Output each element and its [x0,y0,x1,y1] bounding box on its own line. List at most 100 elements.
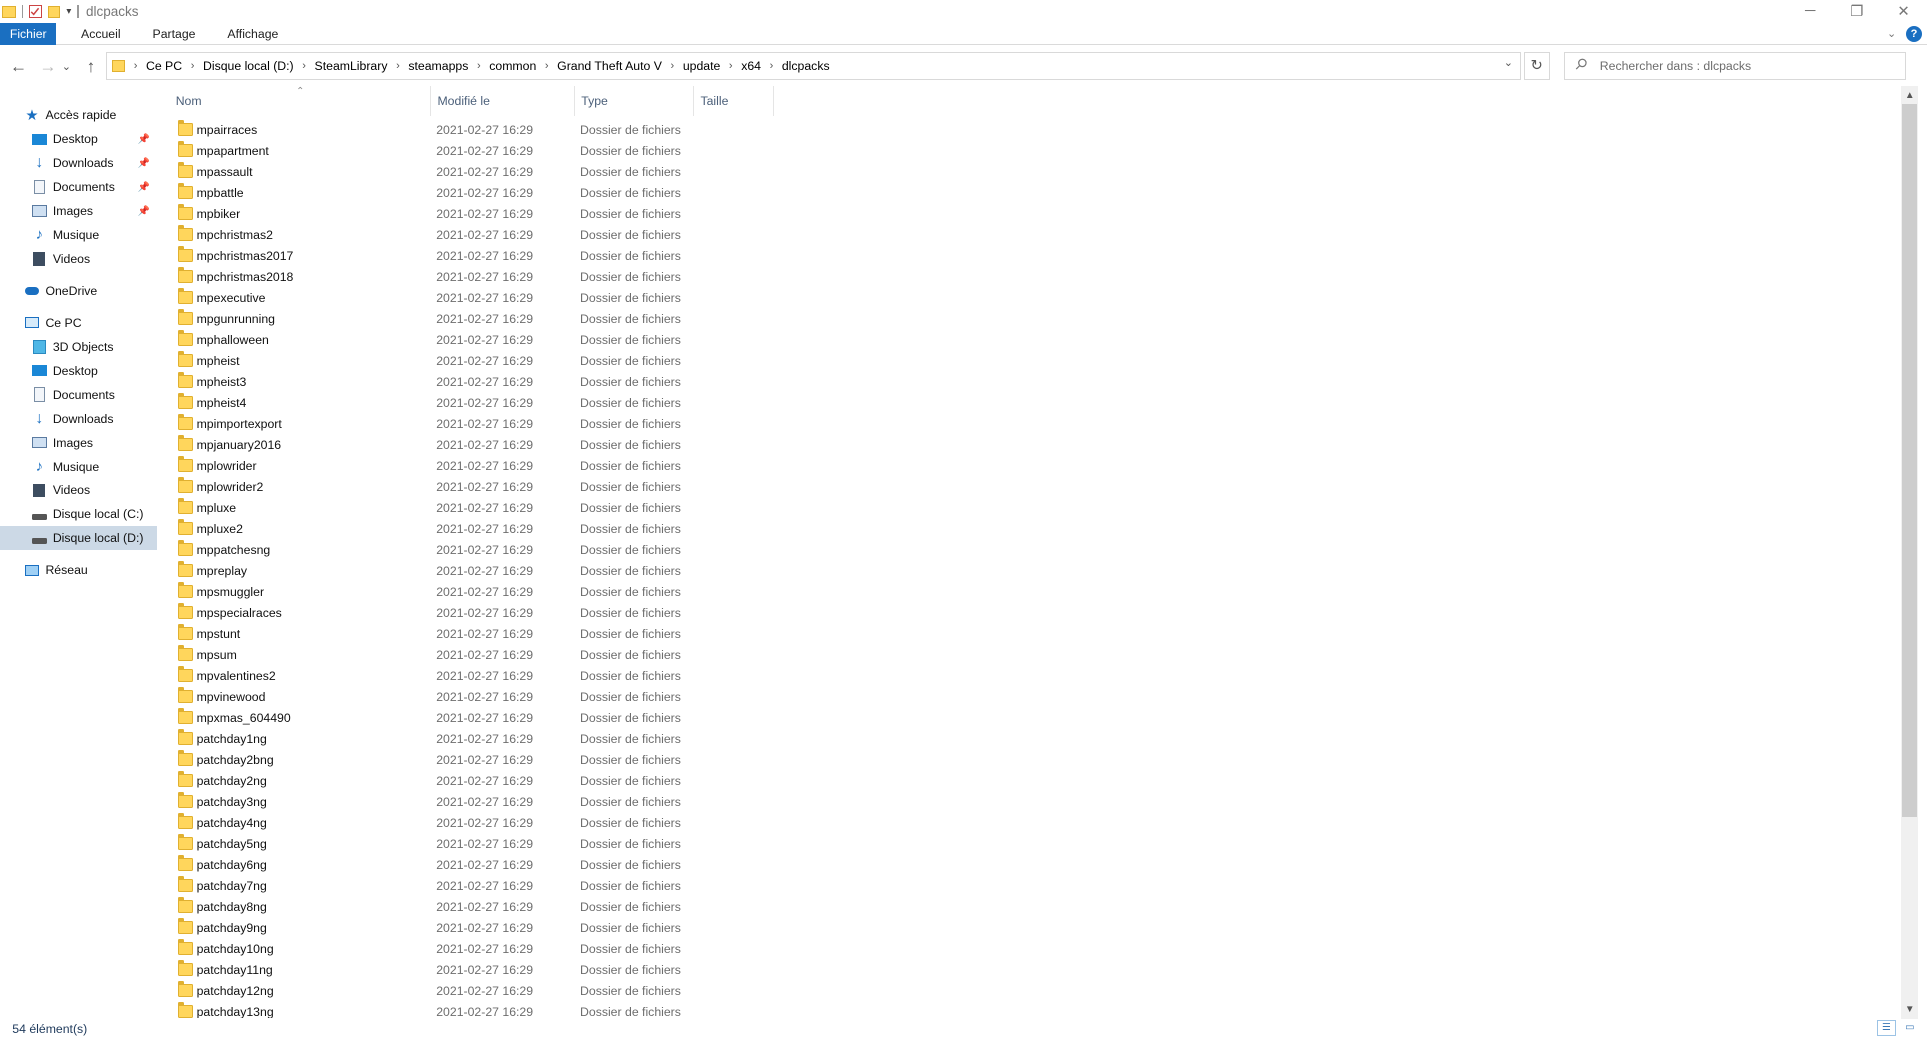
breadcrumb-disque-d[interactable]: Disque local (D:) [203,59,294,73]
sidebar-item-pc-documents[interactable]: Documents [0,383,157,407]
sidebar-item-desktop[interactable]: Desktop 📌 [0,127,157,151]
chevron-right-icon[interactable]: › [477,60,481,72]
sidebar-item-pc-musique[interactable]: ♪ Musique [0,455,157,479]
file-row[interactable]: patchday5ng 2021-02-27 16:29 Dossier de fi… [159,833,1902,854]
file-name-cell[interactable]: mpjanuary2016 [177,435,281,452]
help-icon[interactable]: ? [1906,25,1922,42]
file-row[interactable]: patchday11ng 2021-02-27 16:29 Dossier de f… [159,959,1902,980]
sidebar-item-downloads[interactable]: ↓ Downloads 📌 [0,151,157,175]
column-header-type[interactable]: Type [575,86,695,116]
file-name-cell[interactable]: patchday2bng [177,750,274,767]
sidebar-item-pc-downloads[interactable]: ↓ Downloads [0,407,157,431]
sidebar-item-onedrive[interactable]: OneDrive [0,279,157,303]
file-row[interactable]: patchday1ng 2021-02-27 16:29 Dossier de fi… [159,728,1902,749]
file-name-cell[interactable]: patchday5ng [177,834,267,851]
expand-ribbon-icon[interactable]: ⌄ [1887,27,1896,40]
file-name-cell[interactable]: patchday11ng [177,960,273,977]
sidebar-item-reseau[interactable]: Réseau [0,558,157,582]
file-name-cell[interactable]: mpluxe [177,498,236,515]
file-name-cell[interactable]: mpluxe2 [177,519,243,536]
file-row[interactable]: mpjanuary2016 2021-02-27 16:29 Dossier de … [159,434,1902,455]
file-row[interactable]: mpimportexport 2021-02-27 16:29 Dossier de… [159,413,1902,434]
breadcrumb-dlcpacks[interactable]: dlcpacks [782,59,830,73]
sidebar-item-videos[interactable]: Videos [0,247,157,271]
chevron-down-icon[interactable]: ⌄ [1504,56,1513,69]
close-icon[interactable]: ✕ [1880,0,1927,22]
column-header-size[interactable]: Taille [694,86,775,116]
file-name-cell[interactable]: mpbiker [177,204,240,221]
chevron-right-icon[interactable]: › [396,60,400,72]
file-row[interactable]: patchday4ng 2021-02-27 16:29 Dossier de fi… [159,812,1902,833]
file-name-cell[interactable]: mpbattle [177,183,244,200]
file-row[interactable]: patchday8ng 2021-02-27 16:29 Dossier de fi… [159,896,1902,917]
breadcrumb-common[interactable]: common [489,59,536,73]
file-name-cell[interactable]: mpvalentines2 [177,666,276,683]
file-row[interactable]: mplowrider2 2021-02-27 16:29 Dossier de fi… [159,476,1902,497]
chevron-right-icon[interactable]: › [191,60,195,72]
pin-icon[interactable]: 📌 [138,134,150,145]
chevron-right-icon[interactable]: › [770,60,774,72]
file-name-cell[interactable]: mpimportexport [177,414,282,431]
file-row[interactable]: mpairraces 2021-02-27 16:29 Dossier de fic… [159,119,1902,140]
file-row[interactable]: mpstunt 2021-02-27 16:29 Dossier de fichie… [159,623,1902,644]
file-row[interactable]: mpapartment 2021-02-27 16:29 Dossier de fi… [159,140,1902,161]
file-name-cell[interactable]: patchday1ng [177,729,267,746]
search-input[interactable] [1599,58,1883,73]
file-name-cell[interactable]: mpheist3 [177,372,246,389]
file-row[interactable]: mpchristmas2017 2021-02-27 16:29 Dossier d… [159,245,1902,266]
file-row[interactable]: mpluxe2 2021-02-27 16:29 Dossier de fichie… [159,518,1902,539]
chevron-right-icon[interactable]: › [729,60,733,72]
file-row[interactable]: mpbiker 2021-02-27 16:29 Dossier de fichie… [159,203,1902,224]
file-name-cell[interactable]: mpapartment [177,141,269,158]
restore-icon[interactable]: ❐ [1834,0,1881,22]
minimize-icon[interactable]: ─ [1787,0,1834,22]
file-name-cell[interactable]: mpchristmas2017 [177,246,293,263]
customize-toolbar-icon[interactable]: ▾ [66,6,71,17]
pin-icon[interactable]: 📌 [138,158,150,169]
file-name-cell[interactable]: patchday3ng [177,792,267,809]
file-name-cell[interactable]: patchday8ng [177,897,267,914]
file-row[interactable]: mpvalentines2 2021-02-27 16:29 Dossier de … [159,665,1902,686]
file-name-cell[interactable]: mpspecialraces [177,603,282,620]
file-name-cell[interactable]: mphalloween [177,330,269,347]
file-name-cell[interactable]: mpassault [177,162,252,179]
file-name-cell[interactable]: mpexecutive [177,288,265,305]
breadcrumb-ce-pc[interactable]: Ce PC [146,59,182,73]
file-row[interactable]: patchday7ng 2021-02-27 16:29 Dossier de fi… [159,875,1902,896]
file-row[interactable]: patchday3ng 2021-02-27 16:29 Dossier de fi… [159,791,1902,812]
file-row[interactable]: patchday13ng 2021-02-27 16:29 Dossier de f… [159,1001,1902,1018]
sidebar-item-images[interactable]: Images 📌 [0,199,157,223]
search-box[interactable] [1564,51,1906,80]
file-row[interactable]: patchday2ng 2021-02-27 16:29 Dossier de fi… [159,770,1902,791]
file-row[interactable]: mpheist3 2021-02-27 16:29 Dossier de fichi… [159,371,1902,392]
file-name-cell[interactable]: patchday2ng [177,771,267,788]
refresh-icon[interactable]: ↻ [1523,51,1550,80]
file-row[interactable]: patchday10ng 2021-02-27 16:29 Dossier de f… [159,938,1902,959]
tab-affichage[interactable]: Affichage [218,23,289,45]
new-folder-icon[interactable] [47,5,61,18]
breadcrumb-update[interactable]: update [683,59,721,73]
sidebar-item-disk-c[interactable]: Disque local (C:) [0,502,157,526]
file-row[interactable]: mpexecutive 2021-02-27 16:29 Dossier de fi… [159,287,1902,308]
sidebar-item-pc-desktop[interactable]: Desktop [0,359,157,383]
file-name-cell[interactable]: mpsum [177,645,237,662]
file-name-cell[interactable]: patchday9ng [177,918,267,935]
sidebar-item-quick-access[interactable]: ★ Accès rapide [0,103,157,127]
breadcrumb-steamapps[interactable]: steamapps [408,59,468,73]
sidebar-item-pc-images[interactable]: Images [0,431,157,455]
sidebar-item-musique[interactable]: ♪ Musique [0,223,157,247]
file-row[interactable]: mpassault 2021-02-27 16:29 Dossier de fich… [159,161,1902,182]
details-view-icon[interactable]: ☰ [1876,1019,1897,1036]
file-name-cell[interactable]: mpheist4 [177,393,246,410]
file-row[interactable]: mpbattle 2021-02-27 16:29 Dossier de fichi… [159,182,1902,203]
file-name-cell[interactable]: mplowrider [177,456,257,473]
chevron-right-icon[interactable]: › [545,60,549,72]
file-name-cell[interactable]: mpsmuggler [177,582,264,599]
file-name-cell[interactable]: patchday13ng [177,1002,274,1018]
file-name-cell[interactable]: mpreplay [177,561,247,578]
file-row[interactable]: mplowrider 2021-02-27 16:29 Dossier de fic… [159,455,1902,476]
file-row[interactable]: patchday6ng 2021-02-27 16:29 Dossier de fi… [159,854,1902,875]
properties-icon[interactable] [29,4,42,19]
chevron-right-icon[interactable]: › [671,60,675,72]
file-row[interactable]: mpluxe 2021-02-27 16:29 Dossier de fichier… [159,497,1902,518]
